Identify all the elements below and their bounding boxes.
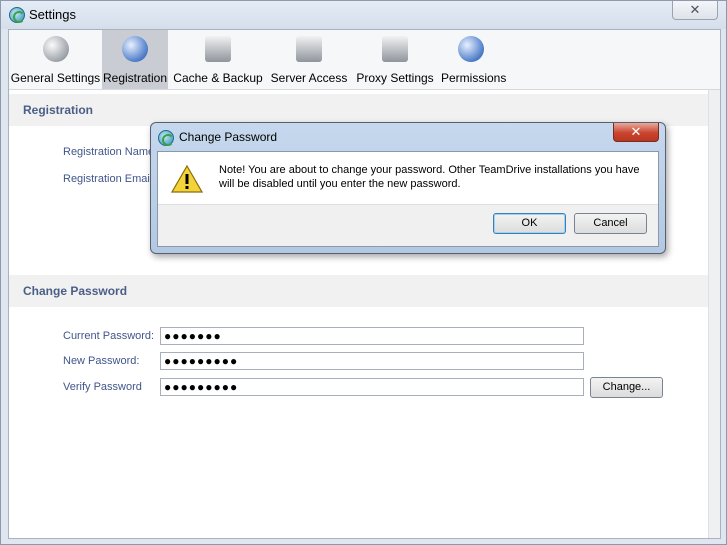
tab-proxy-settings[interactable]: Proxy Settings — [356, 30, 434, 89]
tab-general-settings[interactable]: General Settings — [9, 30, 102, 89]
disk-icon — [205, 36, 231, 62]
verify-password-input[interactable]: ●●●●●●●●● — [160, 378, 584, 396]
window-close-button[interactable]: ✕ — [672, 1, 718, 20]
tab-label: Server Access — [270, 71, 348, 85]
current-password-input[interactable]: ●●●●●●● — [160, 327, 584, 345]
shield-icon — [458, 36, 484, 62]
registration-name-label: Registration Name — [63, 146, 155, 158]
window-title: Settings — [29, 7, 76, 22]
tab-label: General Settings — [10, 71, 101, 85]
new-password-label: New Password: — [63, 355, 140, 367]
registration-email-label: Registration Email — [63, 173, 153, 185]
settings-toolbar: General Settings Registration Cache & Ba… — [9, 30, 720, 90]
title-bar[interactable]: Settings ✕ — [1, 1, 726, 29]
tab-server-access[interactable]: Server Access — [268, 30, 350, 89]
dialog-title: Change Password — [179, 130, 278, 144]
server-gear-icon — [382, 36, 408, 62]
tab-permissions[interactable]: Permissions — [441, 30, 507, 89]
tab-label: Cache & Backup — [173, 71, 263, 85]
change-password-section-header: Change Password — [9, 275, 720, 307]
change-password-button[interactable]: Change... — [590, 377, 663, 398]
right-edge-panel — [708, 90, 720, 538]
gears-icon — [42, 36, 69, 62]
dialog-body: Note! You are about to change your passw… — [157, 151, 659, 247]
ok-button[interactable]: OK — [493, 213, 566, 234]
dialog-button-bar: OK Cancel — [158, 204, 658, 246]
cancel-button[interactable]: Cancel — [574, 213, 647, 234]
tab-registration[interactable]: Registration — [102, 30, 168, 89]
verify-password-label: Verify Password — [63, 381, 142, 393]
new-password-input[interactable]: ●●●●●●●●● — [160, 352, 584, 370]
registration-heading: Registration — [23, 103, 94, 117]
teamdrive-app-icon — [158, 130, 174, 146]
current-password-label: Current Password: — [63, 330, 155, 342]
settings-window: Settings ✕ General Settings Registration… — [0, 0, 727, 545]
tab-label: Permissions — [441, 71, 507, 85]
tab-cache-backup[interactable]: Cache & Backup — [172, 30, 264, 89]
dialog-message: Note! You are about to change your passw… — [219, 164, 640, 190]
settings-content: General Settings Registration Cache & Ba… — [8, 29, 721, 539]
dialog-close-button[interactable]: ✕ — [613, 123, 659, 142]
server-icon — [296, 36, 322, 62]
teamdrive-app-icon — [9, 7, 25, 23]
globe-user-icon — [122, 36, 148, 62]
tab-label: Registration — [102, 71, 168, 85]
tab-label: Proxy Settings — [356, 71, 434, 85]
change-password-heading: Change Password — [23, 284, 128, 298]
warning-icon — [171, 165, 203, 193]
change-password-dialog: Change Password ✕ Note! You are about to… — [150, 122, 666, 254]
